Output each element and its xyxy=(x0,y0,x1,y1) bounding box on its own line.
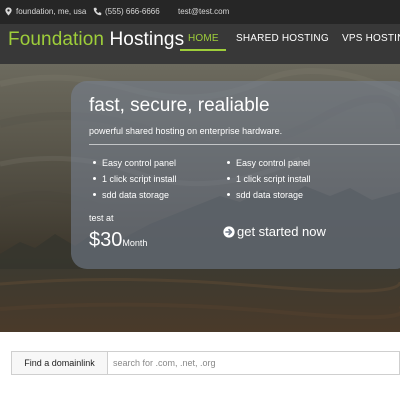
logo-part-hostings: Hostings xyxy=(109,29,185,50)
nav-vps-hosting[interactable]: VPS HOSTIN xyxy=(342,33,400,44)
price-from-label: test at xyxy=(89,213,114,223)
top-info-bar: foundation, me, usa (555) 666-6666 test@… xyxy=(0,0,400,24)
location-info: foundation, me, usa xyxy=(4,7,86,16)
phone-info: (555) 666-6666 xyxy=(93,7,160,16)
domain-label-text: Find a domain xyxy=(24,358,82,368)
domain-search-bar: Find a domainlink xyxy=(11,351,400,375)
get-started-label: get started now xyxy=(237,224,326,239)
nav-home[interactable]: HOME xyxy=(188,33,219,44)
logo-part-foundation: Foundation xyxy=(8,29,105,50)
feature-left-1: Easy control panel xyxy=(93,158,176,168)
hero-banner: fast, secure, realiable powerful shared … xyxy=(0,64,400,332)
price-period: Month xyxy=(122,238,148,248)
domain-search-input[interactable] xyxy=(107,351,400,375)
price-amount: $30 xyxy=(89,229,123,251)
email-link[interactable]: test@test.com xyxy=(178,7,229,16)
location-text: foundation, me, usa xyxy=(16,7,87,16)
hero-title: fast, secure, realiable xyxy=(89,95,270,116)
feature-left-2: 1 click script install xyxy=(93,174,177,184)
domain-search-label: Find a domainlink xyxy=(11,351,107,375)
price-display: $30Month xyxy=(89,229,147,252)
hero-subtitle: powerful shared hosting on enterprise ha… xyxy=(89,126,283,136)
map-marker-icon xyxy=(5,7,12,16)
feature-left-3: sdd data storage xyxy=(93,190,169,200)
feature-right-3: sdd data storage xyxy=(227,190,303,200)
panel-divider xyxy=(89,144,400,145)
feature-right-1: Easy control panel xyxy=(227,158,310,168)
phone-text: (555) 666-6666 xyxy=(105,7,160,16)
get-started-button[interactable]: get started now xyxy=(223,224,326,239)
feature-right-2: 1 click script install xyxy=(227,174,311,184)
phone-icon xyxy=(93,7,102,16)
nav-shared-hosting[interactable]: SHARED HOSTING xyxy=(236,33,329,44)
domain-label-link[interactable]: link xyxy=(81,358,95,368)
hosting-offer-panel: fast, secure, realiable powerful shared … xyxy=(71,81,400,269)
arrow-circle-right-icon xyxy=(223,226,235,238)
nav-active-underline xyxy=(180,49,226,51)
site-header: Foundation Hostings HOME SHARED HOSTING … xyxy=(0,24,400,64)
site-logo[interactable]: Foundation Hostings xyxy=(8,29,184,51)
